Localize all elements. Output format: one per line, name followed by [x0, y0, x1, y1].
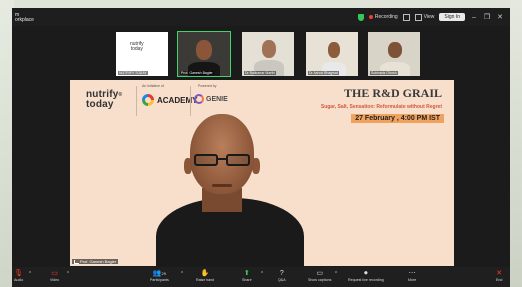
participant-name: Dr Ashok Bhagwat [308, 71, 339, 75]
mic-muted-icon: 🎙 [14, 270, 24, 277]
share-screen-icon: ⬆ [243, 270, 250, 277]
layout-icon[interactable] [402, 13, 410, 21]
desktop-background-right [510, 0, 522, 287]
request-recording-label: Request live recording [348, 278, 384, 282]
view-label: View [423, 14, 435, 20]
qa-button[interactable]: ? Q&A [278, 269, 286, 283]
glasses-bridge [218, 158, 226, 160]
speaker-mouth [212, 184, 232, 187]
signal-icon [74, 259, 79, 264]
participants-count: 29 [161, 271, 166, 276]
nutrify-today-logo: nutrify® today [86, 90, 122, 110]
video-button[interactable]: ▭ Video [50, 269, 59, 283]
video-label: Video [50, 278, 60, 282]
end-label: End [496, 278, 503, 282]
audio-label: Audio [14, 278, 24, 282]
restore-button[interactable]: ❐ [483, 13, 491, 21]
camera-off-icon: ▭ [51, 270, 58, 277]
grid-icon [414, 13, 422, 21]
speaker-name: Prof. Ganesh Bagler [80, 259, 117, 264]
captions-label: Show captions [308, 278, 332, 282]
share-label: Share [242, 278, 252, 282]
divider [136, 86, 137, 116]
meeting-toolbar: 🎙 Audio ^ ▭ Video ^ 👥29 Participants ^ ✋… [12, 267, 510, 287]
participants-label: Participants [150, 278, 169, 282]
participant-tile[interactable]: Dr Ashok Bhagwat [306, 32, 358, 76]
close-button[interactable]: ✕ [496, 13, 504, 21]
participant-face [262, 40, 276, 58]
captions-button[interactable]: ▭ Show captions [308, 269, 331, 283]
participant-tile[interactable]: Dr Balkumar Marthi [242, 32, 294, 76]
title-bar: m orkplace Recording View Sign In – ❐ ✕ [12, 8, 510, 26]
raise-hand-button[interactable]: ✋ Raise hand [196, 269, 214, 283]
event-subtitle: Sugar, Salt, Sensation: Reformulate with… [320, 104, 442, 110]
chevron-up-icon: ^ [260, 271, 264, 277]
recording-label: Recording [374, 14, 398, 20]
brand-line2: today [86, 99, 114, 110]
participant-tile[interactable]: nutrify today NUTRIFY TODAY [116, 32, 168, 76]
participant-name: Subhasis Ghosh [370, 71, 398, 75]
participant-tile[interactable]: Subhasis Ghosh [368, 32, 420, 76]
divider [190, 86, 191, 116]
more-label: More [408, 278, 417, 282]
qa-label: Q&A [278, 278, 286, 282]
participants-button[interactable]: 👥29 Participants [150, 269, 169, 283]
chevron-up-icon: ^ [66, 271, 70, 277]
chevron-up-icon: ^ [180, 271, 184, 277]
request-recording-button[interactable]: ⏺ Request live recording [348, 269, 384, 283]
speaker-glasses [190, 154, 254, 168]
speaker-name-tag: Prof. Ganesh Bagler [72, 259, 119, 264]
participant-name: Dr Balkumar Marthi [244, 71, 277, 75]
participant-name: NUTRIFY TODAY [118, 71, 148, 75]
nutrify-logo-mini: nutrify today [130, 42, 144, 52]
academy-mark-icon [142, 94, 154, 106]
sign-in-button[interactable]: Sign In [439, 13, 465, 21]
end-button[interactable]: ✕ End [496, 269, 502, 283]
app-title-line2: orkplace [15, 17, 34, 23]
participant-name: Prof. Ganesh Bagler [180, 71, 214, 75]
app-title: m orkplace [15, 13, 34, 23]
genie-name: GENIE [206, 95, 228, 103]
minimize-button[interactable]: – [470, 14, 478, 21]
more-icon: ⋯ [408, 270, 416, 277]
participant-face [196, 40, 212, 60]
record-dot-icon [368, 15, 373, 19]
academy-name: ACADEMY [157, 95, 198, 105]
more-button[interactable]: ⋯ More [408, 269, 416, 283]
recording-indicator[interactable]: Recording [368, 14, 398, 20]
hand-icon: ✋ [200, 270, 210, 277]
genie-mark-icon [194, 94, 204, 104]
brand-registered-mark: ® [118, 92, 123, 98]
logo-mini-line2: today [130, 46, 143, 52]
powered-by-label: Powered by [198, 84, 217, 88]
end-call-icon: ✕ [496, 270, 503, 277]
initiative-label: An initiative of [142, 84, 164, 88]
event-title: THE R&D GRAIL [343, 86, 442, 100]
participant-face [388, 42, 402, 58]
chevron-up-icon: ^ [334, 271, 338, 277]
raise-hand-label: Raise hand [196, 278, 215, 282]
participant-face [328, 42, 340, 58]
record-icon: ⏺ [364, 270, 368, 277]
share-button[interactable]: ⬆ Share [242, 269, 252, 283]
title-bar-controls: Recording View Sign In – ❐ ✕ [357, 12, 504, 22]
chevron-up-icon: ^ [28, 271, 32, 277]
glasses-lens [194, 154, 218, 166]
participants-icon: 👥29 [152, 270, 166, 277]
captions-icon: ▭ [316, 270, 323, 277]
genie-logo: GENIE [194, 94, 228, 104]
meeting-window: m orkplace Recording View Sign In – ❐ ✕ … [12, 8, 510, 287]
shield-icon[interactable] [357, 13, 364, 21]
audio-button[interactable]: 🎙 Audio [14, 269, 23, 283]
event-date: 27 February , 4:00 PM IST [351, 114, 444, 123]
glasses-lens [226, 154, 250, 166]
shared-screen: nutrify® today An initiative of ACADEMY … [70, 80, 454, 266]
participant-tile-active-speaker[interactable]: Prof. Ganesh Bagler [177, 31, 231, 77]
view-button[interactable]: View [414, 13, 435, 21]
qa-icon: ? [279, 270, 284, 277]
